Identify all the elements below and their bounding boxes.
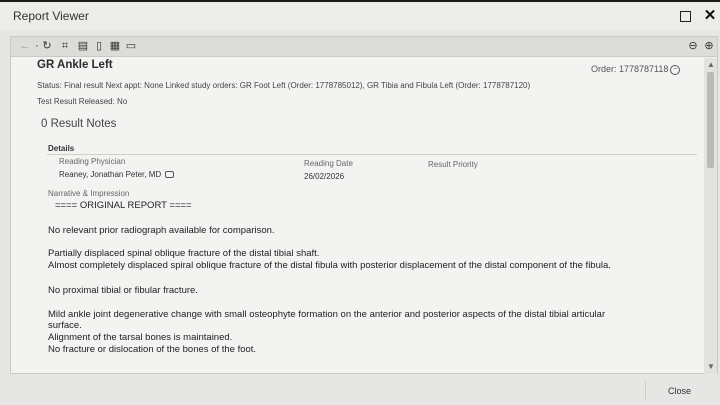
footer-bar: Close: [0, 374, 720, 405]
status-line: Status: Final result Next appt: None Lin…: [37, 81, 531, 90]
report-viewer-window: Report Viewer ✕ ← · ↻ ⌗ ▤ ▯ ▦ ▭ ⊖ ⊕ GR A…: [0, 2, 720, 405]
scroll-thumb[interactable]: [707, 72, 714, 168]
window-title: Report Viewer: [13, 9, 89, 23]
reading-physician-name: Reaney, Jonathan Peter, MD: [59, 170, 162, 179]
back-icon[interactable]: ←: [19, 39, 31, 53]
narrative-line: No proximal tibial or fibular fracture.: [48, 285, 198, 296]
link-icon[interactable]: ▭: [125, 39, 137, 53]
order-number: Order: 1778787118−: [591, 64, 681, 75]
report-title: GR Ankle Left: [37, 59, 113, 71]
order-text: Order: 1778787118: [591, 64, 669, 74]
scroll-up-icon[interactable]: ▲: [707, 60, 715, 69]
narrative-label: Narrative & Impression: [48, 189, 130, 198]
narrative-line: Partially displaced spinal oblique fract…: [48, 248, 320, 259]
copy-icon[interactable]: ▯: [93, 39, 105, 53]
binoculars-icon[interactable]: ⌗: [59, 39, 71, 53]
reading-date: 26/02/2026: [304, 172, 345, 181]
narrative-line: surface.: [48, 320, 82, 331]
narrative-line: Mild ankle joint degenerative change wit…: [48, 309, 606, 320]
zoom-in-icon[interactable]: ⊕: [703, 39, 715, 53]
result-released: Test Result Released: No: [37, 97, 128, 106]
result-priority-label: Result Priority: [428, 160, 478, 169]
result-notes-link[interactable]: 0 Result Notes: [41, 118, 116, 130]
close-button[interactable]: Close: [645, 381, 713, 401]
report-panel: GR Ankle Left Order: 1778787118− Status:…: [10, 56, 718, 374]
toolbar: ← · ↻ ⌗ ▤ ▯ ▦ ▭ ⊖ ⊕: [10, 36, 718, 56]
details-divider: [47, 154, 697, 155]
narrative-line: Alignment of the tarsal bones is maintai…: [48, 332, 233, 343]
narrative-line: No fracture or dislocation of the bones …: [48, 344, 257, 355]
vertical-scrollbar[interactable]: ▲ ▼: [704, 58, 717, 374]
details-heading: Details: [48, 144, 75, 153]
narrative-line: Almost completely displaced spiral obliq…: [48, 260, 611, 271]
narrative-line: No relevant prior radiograph available f…: [48, 225, 275, 236]
print-icon[interactable]: ▤: [77, 39, 89, 53]
title-bar: Report Viewer ✕: [0, 2, 720, 30]
window-close-button[interactable]: ✕: [702, 8, 718, 24]
collapse-icon[interactable]: −: [670, 64, 681, 75]
refresh-icon[interactable]: ↻: [41, 39, 53, 53]
export-icon[interactable]: ▦: [109, 39, 121, 53]
reading-physician: Reaney, Jonathan Peter, MD: [59, 170, 175, 179]
zoom-out-icon[interactable]: ⊖: [687, 39, 699, 53]
scroll-down-icon[interactable]: ▼: [707, 362, 715, 371]
reading-date-label: Reading Date: [304, 159, 353, 168]
narrative-line: ==== ORIGINAL REPORT ====: [55, 200, 192, 211]
message-icon[interactable]: [165, 171, 175, 179]
reading-physician-label: Reading Physician: [59, 157, 126, 166]
maximize-button[interactable]: [677, 8, 693, 24]
